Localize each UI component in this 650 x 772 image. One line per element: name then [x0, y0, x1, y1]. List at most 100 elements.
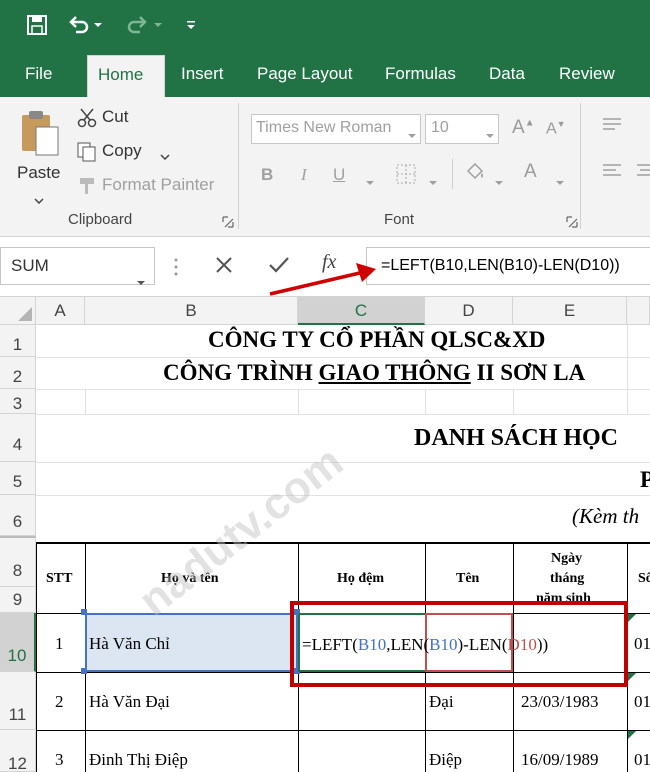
paste-button[interactable]: Paste — [12, 105, 66, 205]
watermark: nadutv.com — [130, 436, 353, 626]
ribbon-divider — [452, 159, 453, 189]
header-first-name: Tên — [456, 571, 480, 586]
borders-icon[interactable] — [395, 163, 417, 190]
column-header-d[interactable]: D — [425, 297, 513, 325]
header-dob-line2: tháng — [550, 571, 585, 586]
tab-file[interactable]: File — [25, 50, 52, 97]
chevron-down-icon[interactable] — [494, 173, 504, 191]
align-left-icon[interactable] — [602, 163, 622, 184]
italic-button[interactable]: I — [301, 165, 307, 185]
align-center-icon[interactable] — [636, 163, 650, 184]
format-painter-button[interactable]: Format Painter — [74, 173, 224, 199]
redo-dropdown-icon[interactable] — [152, 12, 164, 38]
underline-button[interactable]: U — [333, 165, 345, 185]
comment-indicator-icon — [628, 731, 636, 739]
tab-page-layout[interactable]: Page Layout — [257, 50, 352, 97]
row10-name: Hà Văn Chỉ — [89, 634, 170, 653]
redo-icon[interactable] — [124, 12, 150, 38]
ribbon-divider — [580, 103, 581, 229]
font-size-value: 10 — [431, 119, 449, 136]
table-border — [36, 542, 650, 544]
select-all-corner[interactable] — [0, 297, 36, 325]
customize-toolbar-icon[interactable] — [184, 12, 198, 38]
row-header-4[interactable]: 4 — [0, 414, 36, 462]
row12-name: Đinh Thị Điệp — [89, 750, 188, 769]
row-header-10[interactable]: 10 — [0, 613, 36, 672]
dialog-launcher-icon[interactable] — [566, 215, 578, 233]
undo-icon[interactable] — [66, 12, 92, 38]
gridline — [36, 495, 650, 496]
chevron-down-icon[interactable] — [555, 173, 565, 191]
row-header-9[interactable]: 9 — [0, 587, 36, 613]
column-header-f[interactable] — [627, 297, 650, 325]
font-size-box[interactable]: 10 — [425, 114, 499, 144]
decrease-font-size-icon[interactable]: A▼ — [546, 119, 566, 138]
ribbon-divider — [238, 103, 239, 229]
column-header-b[interactable]: B — [85, 297, 298, 325]
row5-text: P — [640, 467, 650, 492]
tab-data[interactable]: Data — [489, 50, 525, 97]
row-header-3[interactable]: 3 — [0, 389, 36, 414]
gridline — [36, 357, 650, 358]
font-name-box[interactable]: Times New Roman — [251, 114, 421, 144]
paintbrush-icon — [76, 176, 98, 201]
undo-dropdown-icon[interactable] — [92, 12, 104, 38]
tab-formulas[interactable]: Formulas — [385, 50, 456, 97]
gridline — [513, 389, 514, 414]
chevron-down-icon[interactable] — [428, 173, 438, 191]
column-header-c[interactable]: C — [298, 297, 425, 325]
resize-handle-icon[interactable] — [174, 257, 178, 282]
gridline — [627, 389, 628, 414]
company-title: CÔNG TY CỔ PHẦN QLSC&XD — [208, 327, 546, 352]
dialog-launcher-icon[interactable] — [222, 215, 234, 233]
row-header-2[interactable]: 2 — [0, 357, 36, 389]
header-f: Số — [638, 571, 650, 586]
header-middle-name: Họ đệm — [337, 571, 385, 586]
attachment-note: (Kèm th — [572, 504, 640, 528]
chevron-down-icon[interactable] — [365, 173, 375, 191]
row12-stt: 3 — [55, 750, 64, 769]
tab-review[interactable]: Review — [559, 50, 615, 97]
gridline — [36, 414, 650, 415]
align-top-icon[interactable] — [602, 117, 622, 138]
clipboard-group-label: Clipboard — [68, 211, 133, 228]
formula-input[interactable]: =LEFT(B10,LEN(B10)-LEN(D10)) — [366, 247, 650, 285]
paste-label: Paste — [17, 163, 61, 182]
copy-button[interactable]: Copy — [74, 139, 184, 165]
scissors-icon — [76, 107, 98, 134]
column-header-a[interactable]: A — [36, 297, 85, 325]
project-title: CÔNG TRÌNH GIAO THÔNG II SƠN LA — [163, 360, 586, 385]
cut-button[interactable]: Cut — [74, 105, 164, 131]
row-header-5[interactable]: 5 — [0, 462, 36, 495]
font-group-label: Font — [384, 211, 415, 228]
paste-icon — [20, 109, 60, 162]
format-painter-label: Format Painter — [102, 175, 215, 194]
comment-indicator-icon — [628, 673, 636, 681]
row10-stt: 1 — [55, 634, 64, 653]
row-header-1[interactable]: 1 — [0, 325, 36, 357]
row-header-11[interactable]: 11 — [0, 672, 36, 730]
table-border — [36, 730, 650, 731]
gridline — [425, 389, 426, 414]
row11-first: Đại — [429, 692, 454, 711]
column-header-e[interactable]: E — [513, 297, 627, 325]
row-header-12[interactable]: 12 — [0, 730, 36, 772]
name-box[interactable]: SUM — [0, 247, 155, 285]
bold-button[interactable]: B — [261, 165, 273, 185]
cut-label: Cut — [102, 107, 129, 126]
tab-home[interactable]: Home — [87, 55, 165, 97]
ribbon: Paste Cut Copy Format Painter Clipboard … — [0, 97, 650, 237]
header-stt: STT — [46, 571, 73, 586]
cancel-icon[interactable] — [214, 255, 234, 280]
ref-handle — [81, 668, 87, 674]
fill-color-icon[interactable] — [464, 161, 486, 190]
table-border — [36, 542, 37, 772]
row-header-6[interactable]: 6 — [0, 495, 36, 536]
save-icon[interactable] — [24, 12, 50, 38]
row11-dob: 23/03/1983 — [521, 692, 599, 711]
chevron-down-icon — [407, 126, 417, 144]
tab-insert[interactable]: Insert — [181, 50, 224, 97]
row-header-8[interactable]: 8 — [0, 536, 36, 587]
font-color-icon[interactable]: A — [524, 161, 537, 183]
increase-font-size-icon[interactable]: A▲ — [512, 117, 535, 139]
